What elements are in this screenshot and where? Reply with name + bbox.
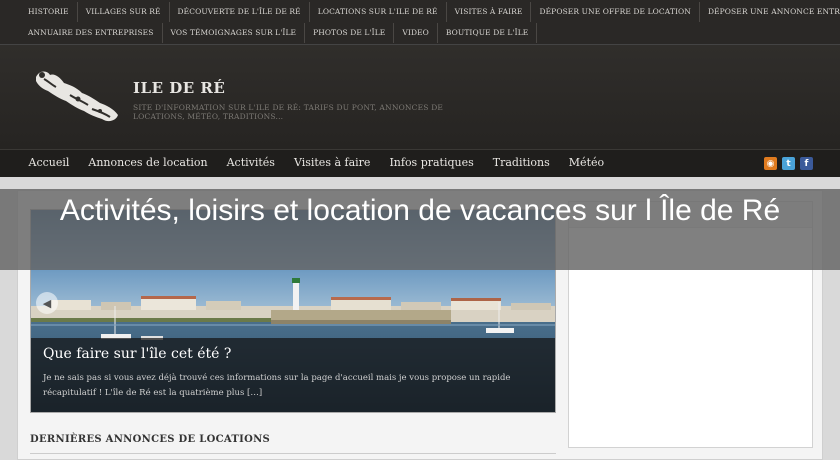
toplink-annuaire[interactable]: Annuaire des entreprises — [20, 23, 163, 43]
nav-traditions[interactable]: Traditions — [483, 150, 559, 178]
toplink-temoignages[interactable]: Vos témoignages sur l'île — [163, 23, 306, 43]
nav-visites[interactable]: Visites à faire — [284, 150, 379, 178]
toplink-villages[interactable]: Villages sur Ré — [78, 2, 170, 22]
toplink-decouverte[interactable]: Découverte de l'Île de Ré — [170, 2, 310, 22]
toplink-video[interactable]: Video — [394, 23, 438, 43]
toplink-visites[interactable]: Visites à faire — [447, 2, 532, 22]
top-link-bar: Historie Villages sur Ré Découverte de l… — [0, 0, 840, 45]
slider-prev-button[interactable]: ◀ — [36, 292, 58, 314]
section-title-annonces: Dernières annonces de locations — [30, 434, 271, 445]
section-divider — [30, 453, 556, 454]
twitter-icon[interactable]: t — [782, 157, 795, 170]
toplink-photos[interactable]: Photos de l'île — [305, 23, 395, 43]
social-links: ◉ t f — [764, 157, 813, 170]
nav-meteo[interactable]: Météo — [559, 150, 613, 178]
toplink-historie[interactable]: Historie — [20, 2, 78, 22]
facebook-icon[interactable]: f — [800, 157, 813, 170]
site-title[interactable]: ILE DE RÉ — [133, 79, 225, 97]
nav-activites[interactable]: Activités — [217, 150, 284, 178]
slide-excerpt: Je ne sais pas si vous avez déjà trouvé … — [43, 373, 511, 398]
toplink-deposer-annonce[interactable]: Déposer une annonce entreprise — [700, 2, 840, 22]
site-description: Site d'information sur l'Ile de Ré: Tari… — [133, 103, 444, 121]
rss-icon[interactable]: ◉ — [764, 157, 777, 170]
nav-accueil[interactable]: Accueil — [19, 150, 79, 178]
toplink-deposer-offre[interactable]: Déposer une offre de location — [531, 2, 700, 22]
top-links-row-1: Historie Villages sur Ré Découverte de l… — [20, 2, 840, 22]
overlay-banner: Activités, loisirs et location de vacanc… — [0, 189, 840, 270]
main-nav: Accueil Annonces de location Activités V… — [0, 149, 840, 177]
slide-title[interactable]: Que faire sur l'île cet été ? — [43, 346, 231, 362]
top-links-row-2: Annuaire des entreprises Vos témoignages… — [20, 23, 538, 43]
nav-annonces[interactable]: Annonces de location — [79, 150, 217, 178]
island-logo-icon[interactable] — [30, 65, 122, 125]
overlay-heading: Activités, loisirs et location de vacanc… — [59, 194, 781, 227]
toplink-locations[interactable]: Locations sur l'ile de Ré — [310, 2, 447, 22]
nav-infos[interactable]: Infos pratiques — [380, 150, 483, 178]
slide-caption: Que faire sur l'île cet été ? Je ne sais… — [31, 338, 555, 412]
toplink-boutique[interactable]: Boutique de l'île — [438, 23, 538, 43]
site-header: ILE DE RÉ Site d'information sur l'Ile d… — [0, 45, 840, 149]
